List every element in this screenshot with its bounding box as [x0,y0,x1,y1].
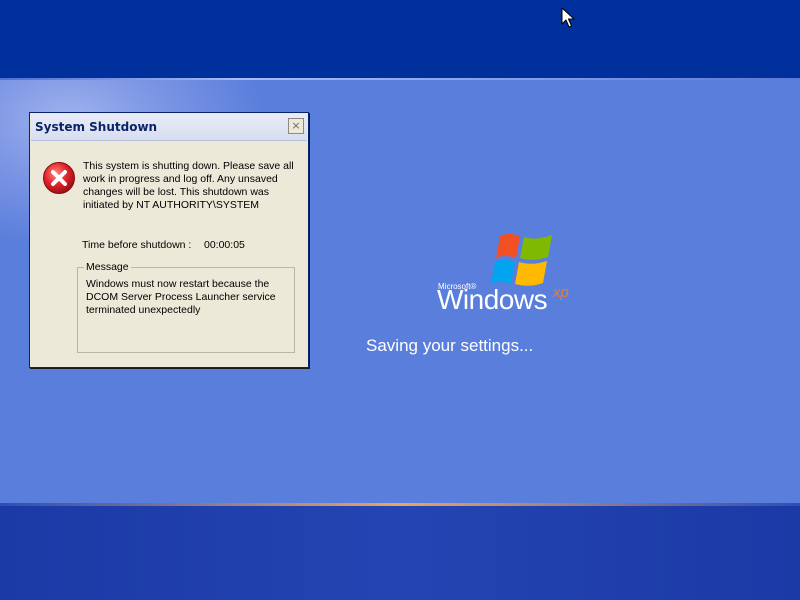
mouse-cursor-icon [561,7,575,28]
dialog-titlebar[interactable]: System Shutdown × [31,114,307,141]
windows-wordmark: Windows [437,284,548,315]
xp-wordmark: xp [553,284,569,301]
close-button[interactable]: × [288,118,304,134]
top-band [0,0,800,78]
restart-reason-text: Windows must now restart because the DCO… [86,278,276,316]
dialog-title: System Shutdown [35,120,158,134]
shutdown-message: This system is shutting down. Please sav… [83,160,294,211]
error-icon [43,162,75,194]
message-group-label: Message [84,261,131,273]
time-before-shutdown-label: Time before shutdown : [82,239,192,251]
saving-settings-status: Saving your settings... [366,336,534,355]
message-groupbox: Message Windows must now restart because… [77,261,295,353]
system-shutdown-dialog: System Shutdown × This system is shuttin… [29,112,309,368]
logoff-screen: System Shutdown × This system is shuttin… [0,0,800,600]
windows-flag-icon [491,234,552,286]
countdown-timer: 00:00:05 [204,239,245,251]
bottom-band [0,506,800,600]
